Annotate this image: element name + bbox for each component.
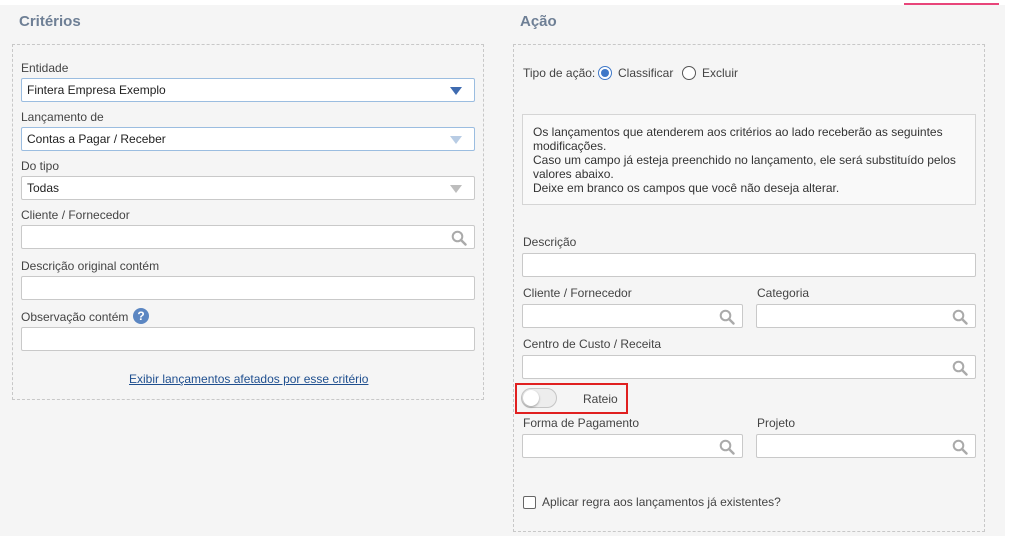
cliente-fornecedor-input[interactable] [21, 225, 475, 249]
rateio-toggle[interactable] [521, 388, 557, 408]
search-icon[interactable] [952, 309, 968, 325]
entidade-value: Fintera Empresa Exemplo [27, 83, 166, 97]
forma-input[interactable] [522, 434, 743, 458]
info-box: Os lançamentos que atenderem aos critéri… [522, 114, 976, 205]
rateio-label: Rateio [583, 392, 618, 406]
active-tab-indicator [904, 3, 999, 5]
acao-cliente-label: Cliente / Fornecedor [523, 286, 632, 300]
observacao-input[interactable] [21, 327, 475, 351]
criterios-title: Critérios [19, 13, 81, 30]
centro-label: Centro de Custo / Receita [523, 337, 662, 351]
entidade-label: Entidade [21, 61, 69, 75]
info-line: Deixe em branco os campos que você não d… [533, 181, 840, 195]
chevron-down-icon [450, 87, 462, 95]
cliente-label: Cliente / Fornecedor [21, 208, 130, 222]
rateio-toggle-knob [523, 390, 539, 406]
acao-title: Ação [520, 13, 557, 30]
search-icon[interactable] [952, 439, 968, 455]
info-line: valores abaixo. [533, 167, 614, 181]
search-icon[interactable] [952, 360, 968, 376]
chevron-down-icon [450, 185, 462, 193]
tipo-acao-label: Tipo de ação: [523, 66, 596, 80]
search-icon[interactable] [719, 439, 735, 455]
descricao-input[interactable] [522, 253, 976, 277]
search-icon[interactable] [451, 230, 467, 246]
categoria-label: Categoria [757, 286, 810, 300]
exibir-lancamentos-link[interactable]: Exibir lançamentos afetados por esse cri… [129, 372, 368, 386]
lancamento-select[interactable]: Contas a Pagar / Receber [21, 127, 475, 151]
radio-classificar-dot [601, 69, 609, 77]
search-icon[interactable] [719, 309, 735, 325]
centro-input[interactable] [522, 355, 976, 379]
radio-excluir[interactable] [682, 66, 696, 80]
radio-classificar[interactable] [598, 66, 612, 80]
projeto-label: Projeto [757, 416, 796, 430]
help-icon[interactable]: ? [133, 308, 149, 324]
tipo-value: Todas [27, 181, 60, 195]
descricao-label: Descrição [523, 235, 577, 249]
descricao-original-input[interactable] [21, 276, 475, 300]
info-line: modificações. [533, 139, 607, 153]
descricao-original-label: Descrição original contém [21, 259, 160, 273]
observacao-label: Observação contém [21, 310, 129, 324]
info-line: Caso um campo já esteja preenchido no la… [533, 153, 956, 167]
info-line: Os lançamentos que atenderem aos critéri… [533, 125, 943, 139]
excluir-label[interactable]: Excluir [702, 66, 738, 80]
projeto-input[interactable] [756, 434, 976, 458]
classificar-label[interactable]: Classificar [618, 66, 673, 80]
tipo-select[interactable]: Todas [21, 176, 475, 200]
chevron-down-icon [450, 136, 462, 144]
forma-label: Forma de Pagamento [523, 416, 640, 430]
right-scroll-gutter [1005, 5, 1018, 536]
entidade-select[interactable]: Fintera Empresa Exemplo [21, 78, 475, 102]
lancamento-value: Contas a Pagar / Receber [27, 132, 166, 146]
aplicar-label[interactable]: Aplicar regra aos lançamentos já existen… [542, 495, 781, 509]
categoria-input[interactable] [756, 304, 976, 328]
acao-cliente-input[interactable] [522, 304, 743, 328]
lancamento-label: Lançamento de [21, 110, 104, 124]
top-bar [0, 0, 1018, 5]
tipo-label: Do tipo [21, 159, 60, 173]
aplicar-checkbox[interactable] [523, 496, 536, 509]
